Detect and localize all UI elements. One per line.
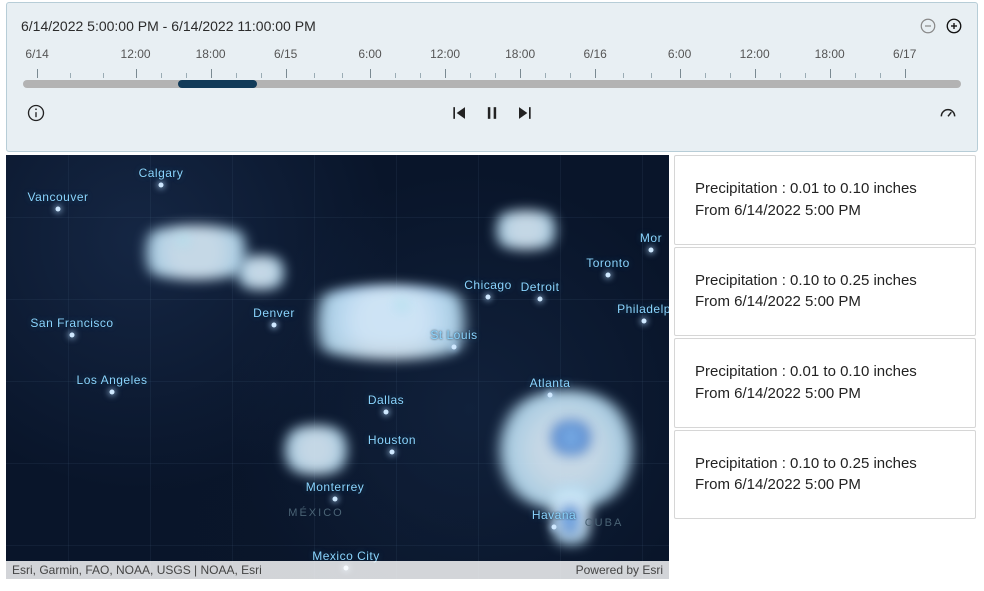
feature-title: Precipitation : 0.10 to 0.25 inches xyxy=(695,453,955,475)
time-tick-minor xyxy=(570,73,571,78)
time-tick-label: 18:00 xyxy=(505,47,535,61)
time-tick-minor xyxy=(161,73,162,78)
time-zoom-controls xyxy=(919,17,963,35)
time-tick-minor xyxy=(855,73,856,78)
time-tick-minor xyxy=(651,73,652,78)
time-tick-label: 12:00 xyxy=(121,47,151,61)
precip-blob xyxy=(486,210,566,250)
time-tick-minor xyxy=(420,73,421,78)
next-icon[interactable] xyxy=(514,103,534,123)
time-tick xyxy=(286,69,287,78)
time-tick-label: 6/14 xyxy=(25,47,48,61)
info-icon[interactable] xyxy=(26,103,46,123)
time-tick-minor xyxy=(730,73,731,78)
time-tick xyxy=(37,69,38,78)
precip-blob xyxy=(176,233,190,247)
time-tick xyxy=(595,69,596,78)
time-tick xyxy=(370,69,371,78)
time-tick-minor xyxy=(70,73,71,78)
time-slider: 6/14/2022 5:00:00 PM - 6/14/2022 11:00:0… xyxy=(6,2,978,152)
time-tick-minor xyxy=(545,73,546,78)
feature-card[interactable]: Precipitation : 0.10 to 0.25 inchesFrom … xyxy=(674,247,976,337)
time-tick-minor xyxy=(780,73,781,78)
time-range-label: 6/14/2022 5:00:00 PM - 6/14/2022 11:00:0… xyxy=(21,18,316,34)
feature-from: From 6/14/2022 5:00 PM xyxy=(695,474,955,496)
time-tick xyxy=(445,69,446,78)
time-tick xyxy=(755,69,756,78)
time-tick-label: 18:00 xyxy=(196,47,226,61)
features-panel[interactable]: Precipitation : 0.01 to 0.10 inchesFrom … xyxy=(669,155,984,579)
time-tick xyxy=(905,69,906,78)
precip-blob xyxy=(561,500,579,540)
time-tick xyxy=(211,69,212,78)
map-view[interactable]: CalgaryVancouverSan FranciscoLos Angeles… xyxy=(6,155,669,579)
time-tick-minor xyxy=(880,73,881,78)
feature-card[interactable]: Precipitation : 0.10 to 0.25 inchesFrom … xyxy=(674,430,976,520)
time-tick-minor xyxy=(186,73,187,78)
feature-card[interactable]: Precipitation : 0.01 to 0.10 inchesFrom … xyxy=(674,338,976,428)
precip-blob xyxy=(231,255,291,290)
time-tick-label: 6/17 xyxy=(893,47,916,61)
previous-icon[interactable] xyxy=(450,103,470,123)
time-tick-label: 6/16 xyxy=(583,47,606,61)
time-tick-minor xyxy=(495,73,496,78)
time-tick xyxy=(136,69,137,78)
time-tick-minor xyxy=(805,73,806,78)
time-tick-minor xyxy=(705,73,706,78)
time-tick xyxy=(830,69,831,78)
time-tick-label: 6:00 xyxy=(668,47,691,61)
feature-title: Precipitation : 0.01 to 0.10 inches xyxy=(695,178,955,200)
time-tick-minor xyxy=(470,73,471,78)
speed-icon[interactable] xyxy=(938,103,958,123)
precip-blob xyxy=(546,420,596,455)
time-extent-thumb[interactable] xyxy=(178,80,258,88)
time-tick-label: 6/15 xyxy=(274,47,297,61)
time-tick-minor xyxy=(103,73,104,78)
time-tick-minor xyxy=(623,73,624,78)
time-tick xyxy=(520,69,521,78)
feature-card[interactable]: Precipitation : 0.01 to 0.10 inchesFrom … xyxy=(674,155,976,245)
attribution-powered[interactable]: Powered by Esri xyxy=(576,563,663,577)
time-tick xyxy=(680,69,681,78)
time-axis[interactable]: 6/14 12:00 18:00 6/15 6:00 12:00 18:00 6/16 6:00… xyxy=(23,47,961,93)
time-tick-minor xyxy=(314,73,315,78)
lower-container: CalgaryVancouverSan FranciscoLos Angeles… xyxy=(0,155,984,589)
time-controls xyxy=(21,103,963,123)
time-tick-minor xyxy=(236,73,237,78)
attribution-sources: Esri, Garmin, FAO, NOAA, USGS | NOAA, Es… xyxy=(12,563,262,577)
time-track[interactable] xyxy=(23,80,961,88)
time-slider-header: 6/14/2022 5:00:00 PM - 6/14/2022 11:00:0… xyxy=(21,17,963,35)
time-tick-minor xyxy=(261,73,262,78)
zoom-in-icon[interactable] xyxy=(945,17,963,35)
precip-blob xyxy=(286,285,496,360)
time-tick-container: 6/14 12:00 18:00 6/15 6:00 12:00 18:00 6/16 6:00… xyxy=(23,47,961,71)
feature-from: From 6/14/2022 5:00 PM xyxy=(695,200,955,222)
time-tick-label: 12:00 xyxy=(430,47,460,61)
zoom-out-icon[interactable] xyxy=(919,17,937,35)
precip-blob xyxy=(276,425,356,475)
feature-title: Precipitation : 0.10 to 0.25 inches xyxy=(695,270,955,292)
time-tick-minor xyxy=(342,73,343,78)
feature-title: Precipitation : 0.01 to 0.10 inches xyxy=(695,361,955,383)
feature-from: From 6/14/2022 5:00 PM xyxy=(695,291,955,313)
pause-icon[interactable] xyxy=(482,103,502,123)
time-tick-label: 18:00 xyxy=(815,47,845,61)
time-tick-label: 6:00 xyxy=(358,47,381,61)
feature-from: From 6/14/2022 5:00 PM xyxy=(695,383,955,405)
time-tick-label: 12:00 xyxy=(740,47,770,61)
time-tick-minor xyxy=(395,73,396,78)
precip-blob xyxy=(393,299,411,311)
map-attribution: Esri, Garmin, FAO, NOAA, USGS | NOAA, Es… xyxy=(6,561,669,579)
